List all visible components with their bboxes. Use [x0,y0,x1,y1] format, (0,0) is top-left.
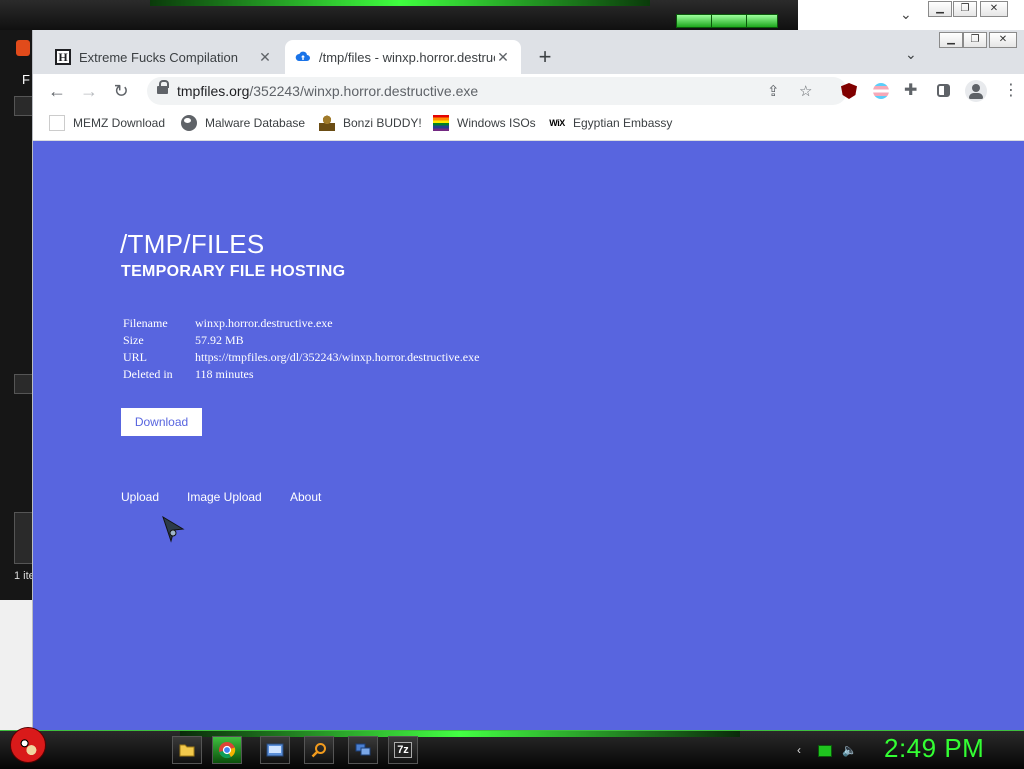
new-tab-button[interactable]: + [533,44,557,70]
background-side-button[interactable] [14,96,34,116]
info-value: 57.92 MB [195,333,244,347]
close-icon[interactable]: ✕ [989,32,1017,48]
info-value: winxp.horror.destructive.exe [195,316,333,330]
browser-toolbar: ← → ↻ tmpfiles.org/352243/winxp.horror.d… [33,74,1024,108]
taskbar: 7z ‹ 🔈 2:49 PM [0,727,1024,769]
nav-link-image-upload[interactable]: Image Upload [187,490,262,504]
tab-title: Extreme Fucks Compilation [79,49,238,65]
forward-arrow-icon[interactable]: → [77,80,101,104]
bookmarks-bar: MEMZ Download Malware Database Bonzi BUD… [33,108,1024,141]
taskbar-7zip-icon[interactable]: 7z [388,736,418,764]
taskbar-folder-icon[interactable] [172,736,202,764]
background-minimize-button[interactable] [676,14,712,28]
tab-title: /tmp/files - winxp.horror.destructive.ex… [319,49,495,65]
h-letter-icon: H [55,49,71,65]
tab-search-icon[interactable]: ⌄ [905,46,917,63]
start-button-angry-bird-icon[interactable] [10,727,46,763]
titlebar-accent [150,0,650,6]
bookmark-egyptian-embassy[interactable]: WiX Egyptian Embassy [549,115,672,131]
url-domain: tmpfiles.org [177,83,250,99]
bonzi-icon [319,115,335,131]
nav-link-about[interactable]: About [290,490,321,504]
url-path: /352243/winxp.horror.destructive.exe [249,83,479,99]
tab-tmpfiles[interactable]: /tmp/files - winxp.horror.destructive.ex… [285,40,521,74]
bookmark-windows-isos[interactable]: Windows ISOs [433,115,536,131]
minimize-icon[interactable]: ▁ [939,32,963,48]
cloud-upload-icon [295,49,311,65]
taskbar-explorer-icon[interactable] [260,736,290,764]
tray-chevron-icon[interactable]: ‹ [792,743,806,757]
bookmark-memz-download[interactable]: MEMZ Download [49,115,165,131]
file-info-table: Filename winxp.horror.destructive.exe Si… [121,316,481,384]
background-window-titlebar [0,0,798,30]
lock-icon [157,80,169,94]
taskbar-search-icon[interactable] [304,736,334,764]
restore-icon[interactable]: ❐ [963,32,987,48]
tab-strip: H Extreme Fucks Compilation ✕ /tmp/files… [33,30,1024,74]
info-key: URL [123,350,147,364]
restore-icon[interactable]: ❐ [953,1,977,17]
bookmark-label: MEMZ Download [73,116,166,130]
page-title: /TMP/FILES [120,229,265,259]
background-window-right-strip: ⌄ ▁ ❐ ✕ [798,0,1024,30]
bookmark-malware-database[interactable]: Malware Database [181,115,305,131]
archive-label: 7z [394,742,412,758]
nav-link-upload[interactable]: Upload [121,490,159,504]
background-side-button[interactable] [14,374,34,394]
background-maximize-button[interactable] [711,14,747,28]
bookmark-label: Egyptian Embassy [573,116,673,130]
side-panel-icon[interactable] [937,84,950,97]
taskbar-network-icon[interactable] [348,736,378,764]
bookmark-label: Windows ISOs [457,116,536,130]
tray-volume-icon[interactable]: 🔈 [842,743,857,757]
table-row: URL https://tmpfiles.org/dl/352243/winxp… [121,350,481,367]
address-bar[interactable]: tmpfiles.org/352243/winxp.horror.destruc… [147,77,847,105]
memz-icon [49,115,65,131]
close-icon[interactable]: ✕ [257,49,273,66]
close-icon[interactable]: ✕ [495,49,511,66]
bookmark-label: Bonzi BUDDY! [343,116,422,130]
minimize-icon[interactable]: ▁ [928,1,952,17]
taskbar-chrome-icon[interactable] [212,736,242,764]
mouse-cursor-icon [162,515,185,543]
back-arrow-icon[interactable]: ← [45,80,69,104]
bookmark-star-icon[interactable]: ☆ [799,82,812,100]
info-key: Filename [123,316,168,330]
more-menu-icon[interactable]: ⋮ [1003,80,1019,100]
web-page: /TMP/FILES TEMPORARY FILE HOSTING Filena… [33,141,1024,730]
chevron-down-icon[interactable]: ⌄ [900,6,912,23]
reload-icon[interactable]: ↻ [109,80,133,104]
share-icon[interactable]: ⇪ [767,82,780,100]
table-row: Size 57.92 MB [121,333,481,350]
info-key: Deleted in [123,367,173,381]
bookmark-label: Malware Database [205,116,306,130]
info-value: 118 minutes [195,367,254,381]
trans-flag-extension-icon[interactable] [873,83,889,99]
background-scrollbar[interactable] [14,512,34,564]
globe-icon [181,115,197,131]
page-subtitle: TEMPORARY FILE HOSTING [121,263,346,280]
download-button[interactable]: Download [121,408,202,436]
browser-window: H Extreme Fucks Compilation ✕ /tmp/files… [32,30,1024,730]
table-row: Filename winxp.horror.destructive.exe [121,316,481,333]
close-icon[interactable]: ✕ [980,1,1008,17]
rainbow-flag-icon [433,115,449,131]
wix-icon: WiX [549,118,565,128]
background-menu-letter: F [22,72,30,87]
bookmark-bonzi-buddy[interactable]: Bonzi BUDDY! [319,115,422,131]
extensions-puzzle-icon[interactable]: ✚ [904,80,920,99]
background-close-button[interactable] [746,14,778,28]
profile-avatar-icon[interactable] [965,80,987,102]
tab-extreme-compilation[interactable]: H Extreme Fucks Compilation ✕ [45,40,283,74]
info-key: Size [123,333,144,347]
table-row: Deleted in 118 minutes [121,367,481,384]
app-logo-icon [16,40,30,56]
info-value-url[interactable]: https://tmpfiles.org/dl/352243/winxp.hor… [193,350,481,367]
tray-monitor-icon[interactable] [818,745,832,757]
taskbar-clock[interactable]: 2:49 PM [884,733,984,764]
address-url[interactable]: tmpfiles.org/352243/winxp.horror.destruc… [177,83,478,99]
